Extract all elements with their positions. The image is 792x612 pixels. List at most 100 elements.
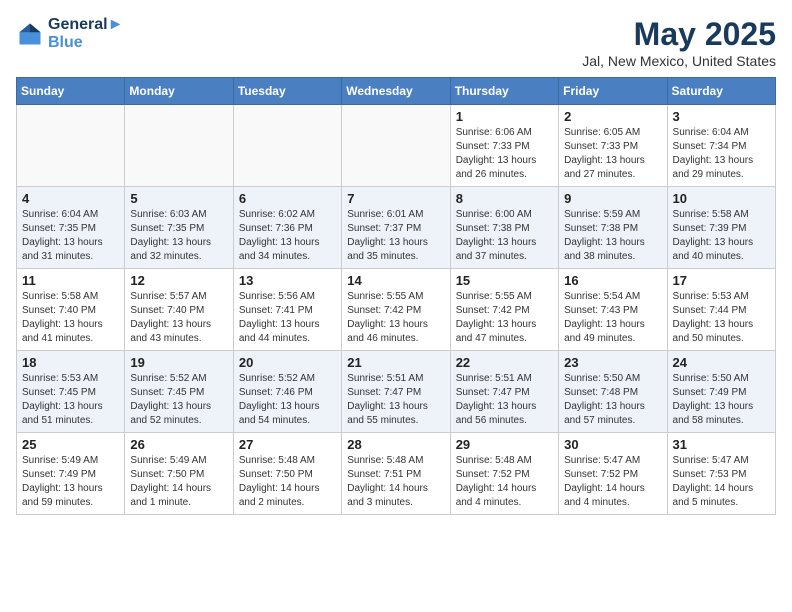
- calendar-cell: 17 Sunrise: 5:53 AM Sunset: 7:44 PM Dayli…: [667, 269, 775, 351]
- calendar-cell: 24 Sunrise: 5:50 AM Sunset: 7:49 PM Dayli…: [667, 351, 775, 433]
- day-info: Sunrise: 5:49 AM Sunset: 7:49 PM Dayligh…: [22, 454, 119, 510]
- day-info: Sunrise: 6:05 AM Sunset: 7:33 PM Dayligh…: [564, 126, 661, 182]
- calendar-cell: 19Sunrise: 5:52 AM Sunset: 7:45 PM Dayli…: [125, 351, 233, 433]
- day-number: 25: [22, 437, 119, 452]
- calendar-cell: 29 Sunrise: 5:48 AM Sunset: 7:52 PM Dayli…: [450, 433, 558, 515]
- weekday-header-friday: Friday: [559, 78, 667, 105]
- day-info: Sunrise: 5:48 AM Sunset: 7:50 PM Dayligh…: [239, 454, 336, 510]
- day-info: Sunrise: 6:02 AM Sunset: 7:36 PM Dayligh…: [239, 208, 336, 264]
- day-info: Sunrise: 5:57 AM Sunset: 7:40 PM Dayligh…: [130, 290, 227, 346]
- day-number: 26: [130, 437, 227, 452]
- calendar-week-5: 25 Sunrise: 5:49 AM Sunset: 7:49 PM Dayli…: [17, 433, 776, 515]
- day-info: Sunrise: 5:52 AM Sunset: 7:46 PM Dayligh…: [239, 372, 336, 428]
- day-info: Sunrise: 5:50 AM Sunset: 7:48 PM Dayligh…: [564, 372, 661, 428]
- calendar-cell: 1 Sunrise: 6:06 AM Sunset: 7:33 PM Daylig…: [450, 105, 558, 187]
- day-number: 3: [673, 109, 770, 124]
- logo-text: General► Blue: [48, 16, 123, 51]
- calendar-cell: 31 Sunrise: 5:47 AM Sunset: 7:53 PM Dayli…: [667, 433, 775, 515]
- day-number: 7: [347, 191, 444, 206]
- day-number: 24: [673, 355, 770, 370]
- day-number: 2: [564, 109, 661, 124]
- day-info: Sunrise: 5:56 AM Sunset: 7:41 PM Dayligh…: [239, 290, 336, 346]
- day-number: 15: [456, 273, 553, 288]
- day-number: 18: [22, 355, 119, 370]
- calendar-cell: [17, 105, 125, 187]
- page-header: General► Blue May 2025 Jal, New Mexico, …: [16, 16, 776, 69]
- day-number: 10: [673, 191, 770, 206]
- day-info: Sunrise: 5:58 AM Sunset: 7:40 PM Dayligh…: [22, 290, 119, 346]
- weekday-header-row: SundayMondayTuesdayWednesdayThursdayFrid…: [17, 78, 776, 105]
- day-number: 22: [456, 355, 553, 370]
- day-number: 17: [673, 273, 770, 288]
- calendar-cell: 20 Sunrise: 5:52 AM Sunset: 7:46 PM Dayli…: [233, 351, 341, 433]
- day-info: Sunrise: 5:51 AM Sunset: 7:47 PM Dayligh…: [347, 372, 444, 428]
- calendar-cell: 12 Sunrise: 5:57 AM Sunset: 7:40 PM Dayli…: [125, 269, 233, 351]
- calendar-cell: [125, 105, 233, 187]
- calendar-cell: 4 Sunrise: 6:04 AM Sunset: 7:35 PM Daylig…: [17, 187, 125, 269]
- calendar-cell: 27 Sunrise: 5:48 AM Sunset: 7:50 PM Dayli…: [233, 433, 341, 515]
- day-info: Sunrise: 6:04 AM Sunset: 7:35 PM Dayligh…: [22, 208, 119, 264]
- logo-icon: [16, 20, 44, 48]
- weekday-header-sunday: Sunday: [17, 78, 125, 105]
- day-info: Sunrise: 5:50 AM Sunset: 7:49 PM Dayligh…: [673, 372, 770, 428]
- calendar-cell: 28 Sunrise: 5:48 AM Sunset: 7:51 PM Dayli…: [342, 433, 450, 515]
- calendar-cell: 15 Sunrise: 5:55 AM Sunset: 7:42 PM Dayli…: [450, 269, 558, 351]
- day-number: 9: [564, 191, 661, 206]
- day-info: Sunrise: 5:55 AM Sunset: 7:42 PM Dayligh…: [456, 290, 553, 346]
- day-number: 4: [22, 191, 119, 206]
- day-info: Sunrise: 5:55 AM Sunset: 7:42 PM Dayligh…: [347, 290, 444, 346]
- calendar-cell: [342, 105, 450, 187]
- calendar-cell: 14 Sunrise: 5:55 AM Sunset: 7:42 PM Dayli…: [342, 269, 450, 351]
- calendar-cell: 5 Sunrise: 6:03 AM Sunset: 7:35 PM Daylig…: [125, 187, 233, 269]
- weekday-header-monday: Monday: [125, 78, 233, 105]
- day-info: Sunrise: 5:47 AM Sunset: 7:53 PM Dayligh…: [673, 454, 770, 510]
- day-number: 13: [239, 273, 336, 288]
- day-info: Sunrise: 5:53 AM Sunset: 7:44 PM Dayligh…: [673, 290, 770, 346]
- calendar-week-4: 18 Sunrise: 5:53 AM Sunset: 7:45 PM Dayli…: [17, 351, 776, 433]
- day-number: 16: [564, 273, 661, 288]
- day-info: Sunrise: 6:03 AM Sunset: 7:35 PM Dayligh…: [130, 208, 227, 264]
- day-info: Sunrise: 6:00 AM Sunset: 7:38 PM Dayligh…: [456, 208, 553, 264]
- day-number: 8: [456, 191, 553, 206]
- day-info: Sunrise: 5:58 AM Sunset: 7:39 PM Dayligh…: [673, 208, 770, 264]
- calendar-week-2: 4 Sunrise: 6:04 AM Sunset: 7:35 PM Daylig…: [17, 187, 776, 269]
- calendar-cell: 22 Sunrise: 5:51 AM Sunset: 7:47 PM Dayli…: [450, 351, 558, 433]
- calendar-cell: 3Sunrise: 6:04 AM Sunset: 7:34 PM Daylig…: [667, 105, 775, 187]
- calendar-cell: 21 Sunrise: 5:51 AM Sunset: 7:47 PM Dayli…: [342, 351, 450, 433]
- day-info: Sunrise: 5:59 AM Sunset: 7:38 PM Dayligh…: [564, 208, 661, 264]
- day-number: 30: [564, 437, 661, 452]
- weekday-header-saturday: Saturday: [667, 78, 775, 105]
- calendar-cell: 10 Sunrise: 5:58 AM Sunset: 7:39 PM Dayli…: [667, 187, 775, 269]
- day-number: 1: [456, 109, 553, 124]
- day-info: Sunrise: 5:53 AM Sunset: 7:45 PM Dayligh…: [22, 372, 119, 428]
- day-number: 20: [239, 355, 336, 370]
- calendar-cell: 23Sunrise: 5:50 AM Sunset: 7:48 PM Dayli…: [559, 351, 667, 433]
- day-info: Sunrise: 5:48 AM Sunset: 7:51 PM Dayligh…: [347, 454, 444, 510]
- day-info: Sunrise: 5:51 AM Sunset: 7:47 PM Dayligh…: [456, 372, 553, 428]
- calendar-cell: 16 Sunrise: 5:54 AM Sunset: 7:43 PM Dayli…: [559, 269, 667, 351]
- day-info: Sunrise: 6:06 AM Sunset: 7:33 PM Dayligh…: [456, 126, 553, 182]
- day-number: 21: [347, 355, 444, 370]
- day-number: 14: [347, 273, 444, 288]
- month-title: May 2025: [582, 16, 776, 53]
- calendar-cell: 7Sunrise: 6:01 AM Sunset: 7:37 PM Daylig…: [342, 187, 450, 269]
- calendar-cell: 6Sunrise: 6:02 AM Sunset: 7:36 PM Daylig…: [233, 187, 341, 269]
- day-number: 12: [130, 273, 227, 288]
- day-number: 29: [456, 437, 553, 452]
- weekday-header-tuesday: Tuesday: [233, 78, 341, 105]
- day-number: 28: [347, 437, 444, 452]
- weekday-header-wednesday: Wednesday: [342, 78, 450, 105]
- day-number: 5: [130, 191, 227, 206]
- calendar-cell: 25 Sunrise: 5:49 AM Sunset: 7:49 PM Dayli…: [17, 433, 125, 515]
- day-number: 11: [22, 273, 119, 288]
- weekday-header-thursday: Thursday: [450, 78, 558, 105]
- day-info: Sunrise: 5:49 AM Sunset: 7:50 PM Dayligh…: [130, 454, 227, 510]
- day-info: Sunrise: 5:54 AM Sunset: 7:43 PM Dayligh…: [564, 290, 661, 346]
- calendar-cell: [233, 105, 341, 187]
- day-number: 27: [239, 437, 336, 452]
- day-info: Sunrise: 5:48 AM Sunset: 7:52 PM Dayligh…: [456, 454, 553, 510]
- calendar-cell: 18 Sunrise: 5:53 AM Sunset: 7:45 PM Dayli…: [17, 351, 125, 433]
- calendar-week-1: 1 Sunrise: 6:06 AM Sunset: 7:33 PM Daylig…: [17, 105, 776, 187]
- day-number: 31: [673, 437, 770, 452]
- calendar-cell: 13 Sunrise: 5:56 AM Sunset: 7:41 PM Dayli…: [233, 269, 341, 351]
